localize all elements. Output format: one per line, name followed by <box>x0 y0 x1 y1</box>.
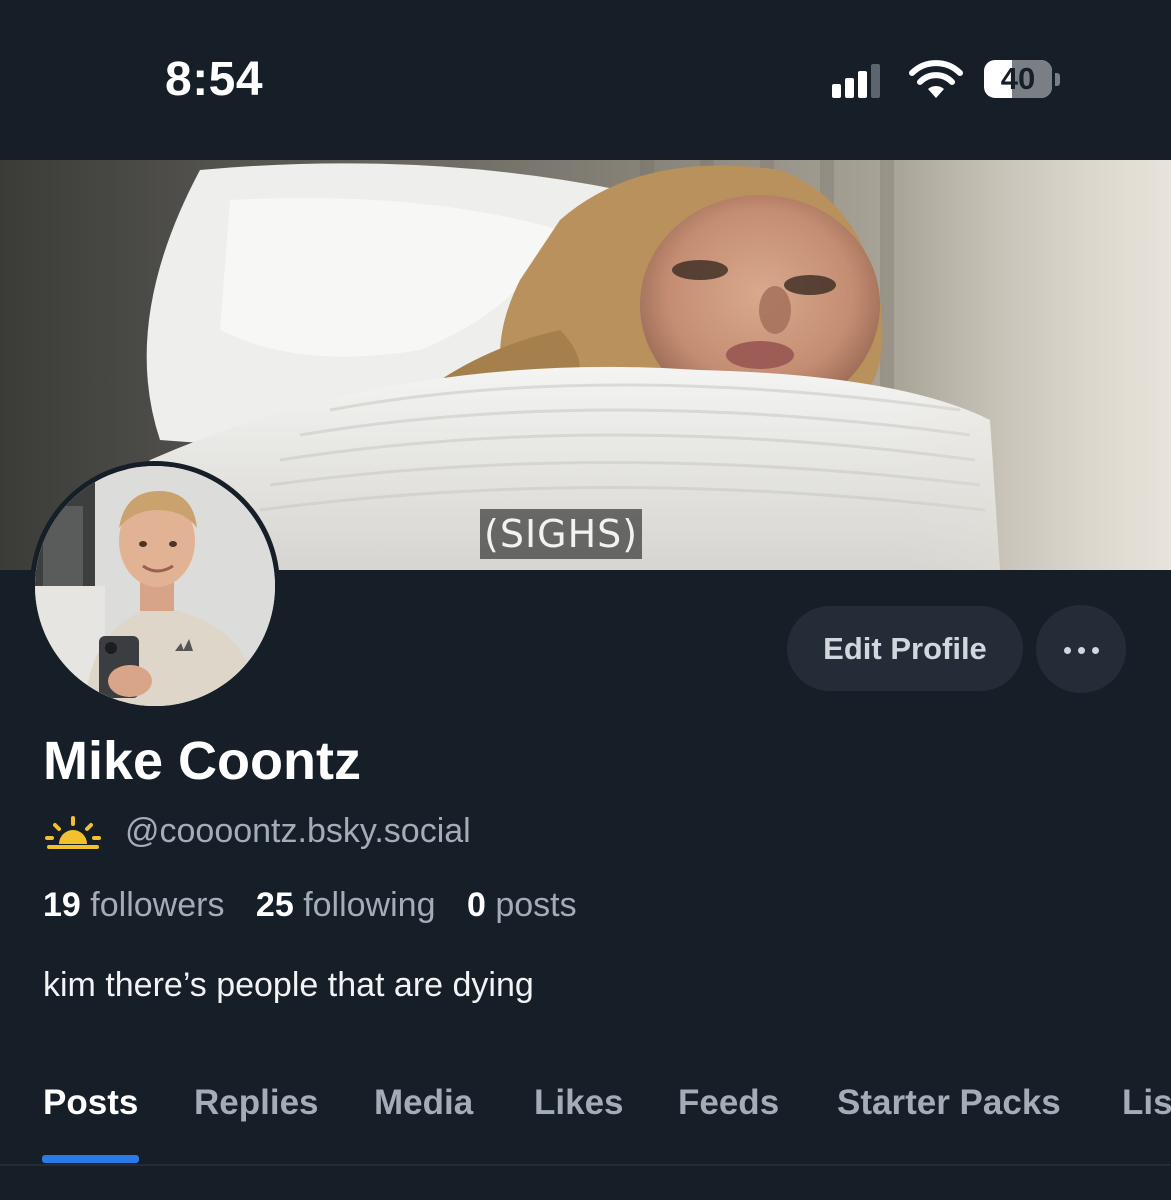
profile-screen: 8:54 40 (SIGHS) Edit Profile Mike Coontz… <box>0 0 1171 1200</box>
ellipsis-icon <box>1064 647 1071 654</box>
posts-stat: 0 posts <box>466 886 577 924</box>
status-time: 8:54 <box>165 53 264 106</box>
battery-level: 40 <box>1000 61 1036 96</box>
more-options-button[interactable] <box>1036 605 1126 693</box>
battery-icon: 40 <box>984 60 1060 100</box>
tab-replies[interactable]: Replies <box>194 1083 319 1123</box>
display-name: Mike Coontz <box>43 731 361 791</box>
tab-posts[interactable]: Posts <box>43 1083 138 1123</box>
profile-bio: kim there’s people that are dying <box>43 966 534 1004</box>
profile-tabs: Posts Replies Media Likes Feeds Starter … <box>0 1080 1171 1166</box>
tab-media[interactable]: Media <box>374 1083 473 1123</box>
tab-lists[interactable]: Lis <box>1122 1083 1171 1123</box>
profile-avatar[interactable] <box>30 461 280 711</box>
tab-likes[interactable]: Likes <box>534 1083 624 1123</box>
status-bar: 8:54 40 <box>0 0 1171 160</box>
wifi-icon <box>909 60 963 98</box>
avatar-image <box>35 466 275 706</box>
following-stat[interactable]: 25 following <box>256 886 436 925</box>
sunrise-icon <box>45 816 101 849</box>
active-tab-indicator <box>42 1155 139 1163</box>
cellular-signal-icon <box>832 64 880 98</box>
followers-stat[interactable]: 19 followers <box>43 886 224 925</box>
tab-feeds[interactable]: Feeds <box>678 1083 779 1123</box>
tab-starter-packs[interactable]: Starter Packs <box>837 1083 1061 1123</box>
profile-stats: 19 followers 25 following 0 posts <box>43 886 599 925</box>
edit-profile-button[interactable]: Edit Profile <box>787 606 1023 691</box>
profile-handle: @coooontz.bsky.social <box>125 812 471 850</box>
banner-caption: (SIGHS) <box>480 509 643 559</box>
